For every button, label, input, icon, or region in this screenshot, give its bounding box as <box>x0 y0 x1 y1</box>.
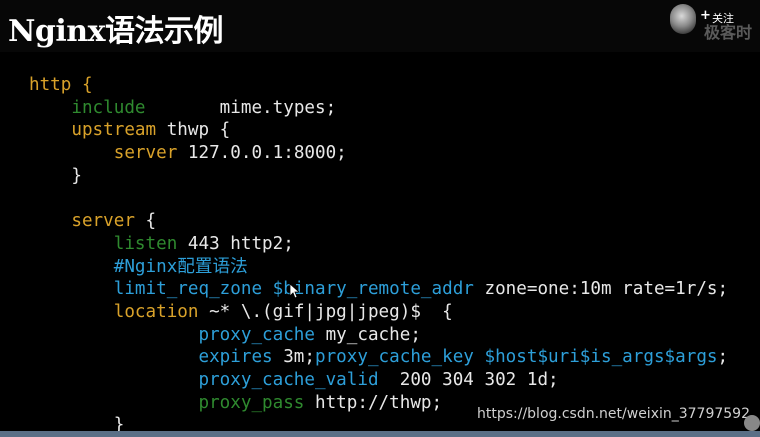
code-line: server 127.0.0.1:8000; <box>29 142 347 164</box>
code-line: server { <box>29 210 156 232</box>
code-line: expires 3m;proxy_cache_key $host$uri$is_… <box>29 346 728 368</box>
code-line: proxy_pass http://thwp; <box>29 392 442 414</box>
code-token: proxy_cache_key $host$uri$is_args$args <box>315 347 718 367</box>
code-line: } <box>29 165 82 187</box>
code-token: mime.types; <box>145 98 337 118</box>
avatar[interactable] <box>670 4 696 34</box>
code-token: my_cache; <box>315 325 421 345</box>
watermark-logo: 极客时 <box>704 23 753 42</box>
watermark-url: https://blog.csdn.net/weixin_37797592 <box>476 406 750 422</box>
code-token: { <box>134 211 157 231</box>
code-token: listen <box>29 234 178 254</box>
mouse-cursor-icon <box>289 283 301 299</box>
code-token: 443 http2; <box>177 234 294 254</box>
code-token: ; <box>717 347 729 367</box>
code-token: proxy_cache <box>29 325 315 345</box>
code-line: limit_req_zone $binary_remote_addr zone=… <box>29 278 728 300</box>
code-token: zone=one:10m rate=1r/s; <box>473 279 729 299</box>
code-line: http { <box>29 74 93 96</box>
code-token: proxy_pass <box>29 393 305 413</box>
code-token: } <box>29 166 82 186</box>
code-token: expires <box>29 347 273 367</box>
code-token: ~* \.(gif|jpg|jpeg)$ { <box>198 302 453 322</box>
code-line: proxy_cache_valid 200 304 302 1d; <box>29 369 559 391</box>
code-token: limit_req_zone $binary_remote_addr <box>29 279 474 299</box>
code-token: proxy_cache_valid <box>29 370 379 390</box>
code-token: #Nginx配置语法 <box>29 257 248 277</box>
page-title: Nginx语法示例 <box>8 14 224 49</box>
code-token: include <box>29 98 146 118</box>
code-token: http://thwp; <box>304 393 443 413</box>
code-token: server <box>29 143 178 163</box>
code-token: 3m; <box>272 347 315 367</box>
code-token: 200 304 302 1d; <box>378 370 559 390</box>
code-line: #Nginx配置语法 <box>29 256 248 278</box>
code-line: listen 443 http2; <box>29 233 294 255</box>
code-token: thwp { <box>156 120 231 140</box>
code-line: include mime.types; <box>29 97 336 119</box>
code-token: server <box>29 211 135 231</box>
corner-badge-icon <box>744 415 760 431</box>
code-token: upstream <box>29 120 157 140</box>
code-token: 127.0.0.1:8000; <box>177 143 347 163</box>
title-bar: Nginx语法示例 + 关注 极客时 <box>0 0 760 52</box>
code-line: proxy_cache my_cache; <box>29 324 421 346</box>
code-line: upstream thwp { <box>29 119 230 141</box>
code-token: http { <box>29 75 93 95</box>
follow-widget[interactable]: + 关注 极客时 <box>668 4 760 42</box>
code-token: location <box>29 302 199 322</box>
bottom-edge <box>0 431 760 437</box>
code-line: location ~* \.(gif|jpg|jpeg)$ { <box>29 301 453 323</box>
